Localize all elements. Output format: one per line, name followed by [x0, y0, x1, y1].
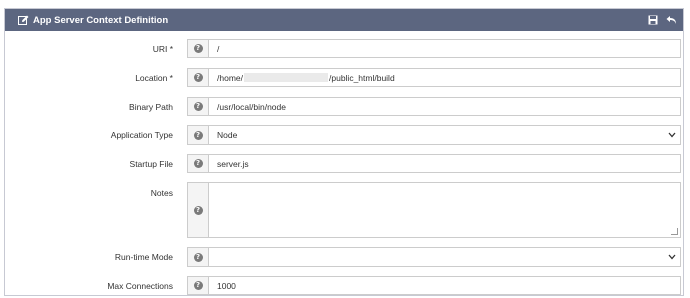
max-connections-help-button[interactable]: ?: [187, 276, 209, 295]
undo-icon[interactable]: [665, 14, 677, 26]
help-icon: ?: [193, 44, 203, 53]
help-icon: ?: [193, 73, 203, 82]
row-max-connections: Max Connections ? 1000: [5, 276, 683, 295]
notes-label: Notes: [150, 188, 173, 198]
save-icon[interactable]: [647, 14, 659, 26]
row-startup-file: Startup File ? server.js: [5, 154, 683, 173]
panel-title: App Server Context Definition: [33, 14, 169, 26]
location-help-button[interactable]: ?: [187, 68, 209, 87]
row-binary-path: Binary Path ? /usr/local/bin/node: [5, 97, 683, 116]
help-icon: ?: [193, 159, 203, 168]
location-input[interactable]: /home/ /public_html/build: [209, 68, 681, 87]
startup-file-input[interactable]: server.js: [209, 154, 681, 173]
runtime-mode-help-button[interactable]: ?: [187, 247, 209, 267]
uri-input[interactable]: /: [209, 39, 681, 58]
startup-file-help-button[interactable]: ?: [187, 154, 209, 173]
help-icon: ?: [193, 281, 203, 290]
notes-textarea[interactable]: [209, 182, 681, 238]
chevron-down-icon: [668, 130, 676, 140]
notes-help-button[interactable]: ?: [187, 182, 209, 238]
binary-path-help-button[interactable]: ?: [187, 97, 209, 116]
row-application-type: Application Type ? Node: [5, 125, 683, 145]
uri-label: URI *: [152, 44, 173, 54]
binary-path-input[interactable]: /usr/local/bin/node: [209, 97, 681, 116]
help-icon: ?: [193, 130, 203, 140]
panel-header: App Server Context Definition: [5, 9, 683, 31]
row-location: Location * ? /home/ /public_html/build: [5, 68, 683, 87]
row-notes: Notes ?: [5, 182, 683, 238]
startup-file-label: Startup File: [129, 159, 173, 169]
uri-help-button[interactable]: ?: [187, 39, 209, 58]
max-connections-input[interactable]: 1000: [209, 276, 681, 295]
edit-icon: [17, 14, 29, 26]
help-icon: ?: [193, 205, 203, 215]
runtime-mode-select[interactable]: [209, 247, 681, 267]
resize-handle-icon[interactable]: [671, 228, 678, 235]
context-definition-panel: App Server Context Definition URI * ? / …: [4, 8, 684, 296]
row-uri: URI * ? /: [5, 39, 683, 58]
redacted-username: [244, 73, 328, 82]
runtime-mode-label: Run-time Mode: [114, 252, 173, 262]
application-type-select[interactable]: Node: [209, 125, 681, 145]
application-type-label: Application Type: [110, 130, 173, 140]
location-label: Location *: [135, 73, 173, 83]
row-runtime-mode: Run-time Mode ?: [5, 247, 683, 267]
chevron-down-icon: [668, 252, 676, 262]
binary-path-label: Binary Path: [129, 102, 173, 112]
help-icon: ?: [193, 102, 203, 111]
application-type-help-button[interactable]: ?: [187, 125, 209, 145]
max-connections-label: Max Connections: [107, 281, 173, 291]
help-icon: ?: [193, 252, 203, 262]
